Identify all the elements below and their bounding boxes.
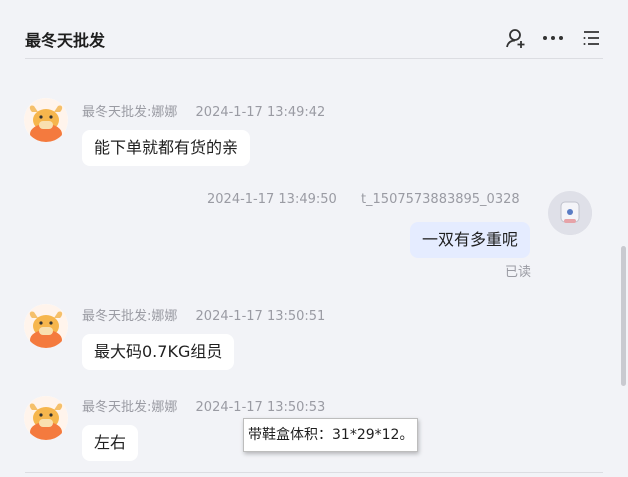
avatar[interactable] bbox=[24, 304, 68, 348]
bottom-divider bbox=[25, 472, 603, 473]
avatar[interactable] bbox=[24, 98, 68, 142]
message-bubble[interactable]: 左右 bbox=[82, 425, 139, 461]
message-meta: 2024-1-17 13:49:50 t_1507573883895_0328 bbox=[207, 192, 520, 207]
message-time: 2024-1-17 13:49:42 bbox=[195, 105, 326, 120]
user-avatar-icon bbox=[548, 191, 592, 235]
message-meta: 最冬天批发:娜娜 2024-1-17 13:49:42 bbox=[82, 101, 325, 120]
avatar[interactable] bbox=[548, 191, 592, 235]
message-time: 2024-1-17 13:50:53 bbox=[195, 400, 326, 415]
message-bubble[interactable]: 能下单就都有货的亲 bbox=[82, 130, 251, 166]
message-time: 2024-1-17 13:50:51 bbox=[195, 309, 326, 324]
bull-avatar-icon bbox=[24, 98, 68, 142]
menu-icon[interactable] bbox=[581, 27, 603, 49]
sender-name: 最冬天批发:娜娜 bbox=[82, 400, 178, 415]
more-icon[interactable] bbox=[542, 27, 564, 49]
message-meta: 最冬天批发:娜娜 2024-1-17 13:50:51 bbox=[82, 305, 325, 324]
header-divider bbox=[25, 58, 603, 59]
sender-name: 最冬天批发:娜娜 bbox=[82, 105, 178, 120]
avatar[interactable] bbox=[24, 396, 68, 440]
chat-window: 最冬天批发 最冬天批发:娜娜 2024-1-17 13:49:42 能下单就都有… bbox=[0, 0, 628, 477]
add-user-icon[interactable] bbox=[505, 27, 527, 49]
sender-name: t_1507573883895_0328 bbox=[360, 192, 520, 207]
chat-header: 最冬天批发 bbox=[0, 0, 628, 58]
message-meta: 最冬天批发:娜娜 2024-1-17 13:50:53 bbox=[82, 396, 325, 415]
scrollbar-thumb[interactable] bbox=[621, 246, 626, 386]
tooltip: 带鞋盒体积：31*29*12。 bbox=[243, 418, 419, 452]
message-bubble[interactable]: 最大码0.7KG组员 bbox=[82, 334, 235, 370]
chat-title: 最冬天批发 bbox=[25, 31, 106, 50]
sender-name: 最冬天批发:娜娜 bbox=[82, 309, 178, 324]
read-status: 已读 bbox=[505, 265, 532, 280]
message-bubble[interactable]: 一双有多重呢 bbox=[410, 222, 531, 258]
message-time: 2024-1-17 13:49:50 bbox=[207, 192, 337, 207]
bull-avatar-icon bbox=[24, 396, 68, 440]
bull-avatar-icon bbox=[24, 304, 68, 348]
